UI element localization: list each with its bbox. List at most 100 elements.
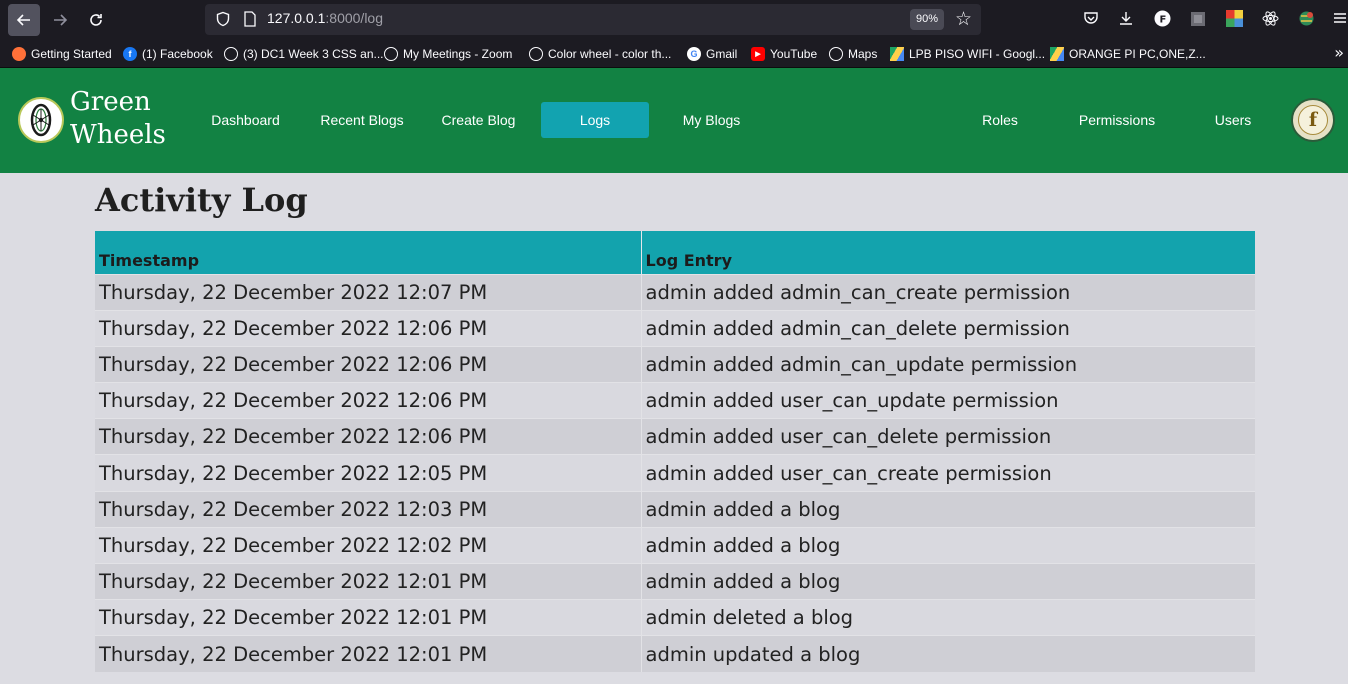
log-entry-cell: admin added a blog: [641, 490, 1255, 528]
avatar-letter: f: [1298, 105, 1328, 135]
nav-logs[interactable]: Logs: [541, 102, 649, 138]
nav-dashboard[interactable]: Dashboard: [205, 102, 286, 138]
menu-icon[interactable]: [1331, 9, 1348, 27]
nav-recent-blogs[interactable]: Recent Blogs: [316, 102, 408, 138]
bookmark-label: (1) Facebook: [142, 47, 213, 61]
url-text[interactable]: 127.0.0.1:8000/log: [267, 10, 383, 26]
table-row: Thursday, 22 December 2022 12:06 PM admi…: [95, 418, 1255, 455]
bookmark-zoom[interactable]: My Meetings - Zoom: [384, 46, 512, 62]
reload-icon: [90, 14, 102, 26]
brand-line-2: Wheels: [70, 120, 166, 150]
logo[interactable]: [18, 97, 64, 143]
nav-create-blog[interactable]: Create Blog: [436, 102, 521, 138]
nav-permissions[interactable]: Permissions: [1073, 102, 1161, 138]
table-row: Thursday, 22 December 2022 12:01 PM admi…: [95, 599, 1255, 636]
extension-icon[interactable]: [1189, 10, 1207, 28]
timestamp-cell: Thursday, 22 December 2022 12:06 PM: [95, 309, 642, 347]
timestamp-cell: Thursday, 22 December 2022 12:01 PM: [95, 635, 642, 673]
drive-icon: [1050, 47, 1064, 61]
nav-my-blogs[interactable]: My Blogs: [676, 102, 747, 138]
bookmark-facebook[interactable]: f (1) Facebook: [123, 46, 213, 62]
timestamp-cell: Thursday, 22 December 2022 12:01 PM: [95, 562, 642, 600]
bookmark-color-wheel[interactable]: Color wheel - color th...: [529, 46, 671, 62]
timestamp-cell: Thursday, 22 December 2022 12:01 PM: [95, 599, 642, 636]
bookmark-label: ORANGE PI PC,ONE,Z...: [1069, 47, 1206, 61]
facebook-icon: f: [123, 47, 137, 61]
table-row: Thursday, 22 December 2022 12:06 PM admi…: [95, 309, 1255, 347]
brand-line-1: Green: [70, 87, 151, 117]
bookmark-label: (3) DC1 Week 3 CSS an...: [243, 47, 384, 61]
react-devtools-icon[interactable]: [1261, 9, 1279, 27]
svg-text:F: F: [1159, 14, 1166, 25]
bookmark-label: YouTube: [770, 47, 818, 61]
column-header-log-entry[interactable]: Log Entry: [641, 231, 1255, 274]
download-icon[interactable]: [1117, 9, 1135, 27]
bookmark-label: Color wheel - color th...: [548, 47, 672, 61]
browser-toolbar: 127.0.0.1:8000/log 90% ☆ F: [0, 0, 1348, 39]
reload-button[interactable]: [80, 4, 112, 36]
page-title: Activity Log: [95, 181, 308, 219]
google-icon: G: [687, 47, 701, 61]
timestamp-cell: Thursday, 22 December 2022 12:06 PM: [95, 418, 642, 455]
log-entry-cell: admin added a blog: [641, 562, 1255, 600]
table-row: Thursday, 22 December 2022 12:06 PM admi…: [95, 345, 1255, 383]
arrow-left-icon: [16, 14, 30, 26]
zoom-level-badge[interactable]: 90%: [910, 9, 945, 30]
bookmark-orange-pi[interactable]: ORANGE PI PC,ONE,Z...: [1050, 46, 1206, 62]
log-entry-cell: admin updated a blog: [641, 635, 1255, 673]
firefox-icon: [12, 47, 26, 61]
bookmark-label: Maps: [848, 47, 878, 61]
table-row: Thursday, 22 December 2022 12:07 PM admi…: [95, 273, 1255, 311]
nav-users[interactable]: Users: [1208, 102, 1258, 138]
nav-roles[interactable]: Roles: [976, 102, 1024, 138]
bookmark-maps[interactable]: Maps: [829, 46, 877, 62]
avatar[interactable]: f: [1291, 98, 1335, 142]
bookmark-label: Getting Started: [31, 47, 112, 61]
bookmarks-bar: Getting Started f (1) Facebook (3) DC1 W…: [0, 39, 1348, 68]
pocket-icon[interactable]: [1082, 9, 1100, 27]
log-entry-cell: admin added admin_can_delete permission: [641, 309, 1255, 347]
table-row: Thursday, 22 December 2022 12:03 PM admi…: [95, 490, 1255, 528]
table-row: Thursday, 22 December 2022 12:06 PM admi…: [95, 382, 1255, 419]
column-header-timestamp[interactable]: Timestamp: [95, 231, 642, 274]
timestamp-cell: Thursday, 22 December 2022 12:07 PM: [95, 273, 642, 311]
bookmark-label: My Meetings - Zoom: [403, 47, 513, 61]
table-row: Thursday, 22 December 2022 12:01 PM admi…: [95, 635, 1255, 673]
bookmark-label: Gmail: [706, 47, 738, 61]
log-entry-cell: admin added a blog: [641, 526, 1255, 564]
bookmark-lpb-piso-wifi[interactable]: LPB PISO WIFI - Googl...: [890, 46, 1045, 62]
globe-icon: [529, 47, 543, 61]
globe-extension-icon[interactable]: [1297, 9, 1315, 27]
color-picker-extension-icon[interactable]: [1225, 9, 1243, 27]
youtube-icon: ▶: [751, 47, 765, 61]
back-button[interactable]: [8, 4, 40, 36]
log-entry-cell: admin deleted a blog: [641, 599, 1255, 636]
drive-icon: [890, 47, 904, 61]
chevron-right-icon[interactable]: »: [1334, 43, 1344, 62]
bookmark-youtube[interactable]: ▶ YouTube: [751, 46, 817, 62]
table-header-row: Timestamp Log Entry: [95, 231, 1255, 274]
forward-button[interactable]: [44, 4, 76, 36]
log-entry-cell: admin added user_can_update permission: [641, 382, 1255, 419]
table-row: Thursday, 22 December 2022 12:02 PM admi…: [95, 526, 1255, 564]
profile-icon[interactable]: F: [1153, 9, 1171, 27]
timestamp-cell: Thursday, 22 December 2022 12:06 PM: [95, 382, 642, 419]
url-path: :8000/log: [325, 10, 383, 26]
bookmark-label: LPB PISO WIFI - Googl...: [909, 47, 1046, 61]
log-entry-cell: admin added admin_can_create permission: [641, 273, 1255, 311]
log-entry-cell: admin added admin_can_update permission: [641, 345, 1255, 383]
arrow-right-icon: [54, 14, 68, 26]
bookmark-dc1-week3[interactable]: (3) DC1 Week 3 CSS an...: [224, 46, 384, 62]
table-row: Thursday, 22 December 2022 12:05 PM admi…: [95, 454, 1255, 492]
brand-name[interactable]: Green Wheels: [70, 86, 166, 152]
bookmark-gmail[interactable]: G Gmail: [687, 46, 737, 62]
bookmark-getting-started[interactable]: Getting Started: [12, 46, 112, 62]
shield-icon[interactable]: [215, 11, 231, 27]
table-row: Thursday, 22 December 2022 12:01 PM admi…: [95, 562, 1255, 600]
url-bar[interactable]: 127.0.0.1:8000/log 90% ☆: [205, 4, 981, 35]
wheel-icon: [30, 103, 52, 137]
globe-icon: [384, 47, 398, 61]
page-icon: [244, 11, 256, 27]
bookmark-star-icon[interactable]: ☆: [955, 8, 972, 30]
globe-icon: [224, 47, 238, 61]
